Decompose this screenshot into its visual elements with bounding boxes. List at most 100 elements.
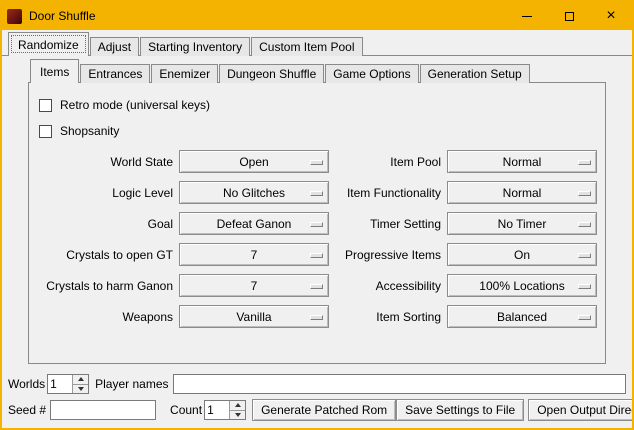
app-icon [7,9,22,24]
goal-dropdown[interactable]: Defeat Ganon [179,212,329,235]
tab-generation-setup[interactable]: Generation Setup [420,64,530,83]
crystals-open-gt-dropdown[interactable]: 7 [179,243,329,266]
dropdown-value: Vanilla [236,310,271,324]
tab-enemizer[interactable]: Enemizer [151,64,218,83]
crystals-harm-ganon-dropdown[interactable]: 7 [179,274,329,297]
randomize-tab-bar: Items Entrances Enemizer Dungeon Shuffle… [28,59,606,83]
maximize-icon [565,12,574,21]
open-output-directory-button[interactable]: Open Output Directory [528,399,634,421]
dropdown-value: 100% Locations [479,279,564,293]
count-stepper-arrows [229,401,245,419]
dropdown-value: No Timer [498,217,547,231]
tab-custom-item-pool[interactable]: Custom Item Pool [251,37,362,56]
item-pool-dropdown[interactable]: Normal [447,150,597,173]
dropdown-indicator-icon [310,253,323,258]
world-state-dropdown[interactable]: Open [179,150,329,173]
door-shuffle-window: Door Shuffle × Randomize Adjust Starting… [0,0,634,430]
dropdown-value: Open [239,155,268,169]
items-panel: Retro mode (universal keys) Shopsanity W… [28,83,606,364]
dropdown-indicator-icon [578,315,591,320]
dropdown-indicator-icon [310,222,323,227]
item-pool-label: Item Pool [390,155,441,169]
worlds-row: Worlds Player names [8,373,626,395]
count-label: Count [170,403,202,417]
seed-row: Seed # Count Generate Patched Rom Save S… [8,399,626,421]
count-stepper[interactable] [204,400,246,420]
dropdown-value: Normal [503,186,542,200]
accessibility-dropdown[interactable]: 100% Locations [447,274,597,297]
up-arrow-icon [235,403,241,407]
weapons-dropdown[interactable]: Vanilla [179,305,329,328]
dropdown-indicator-icon [310,284,323,289]
worlds-stepper[interactable] [47,374,89,394]
item-functionality-dropdown[interactable]: Normal [447,181,597,204]
item-sorting-label: Item Sorting [376,310,441,324]
dropdown-indicator-icon [310,191,323,196]
logic-level-label: Logic Level [112,186,173,200]
dropdown-indicator-icon [578,191,591,196]
progressive-items-dropdown[interactable]: On [447,243,597,266]
goal-label: Goal [148,217,173,231]
dropdown-indicator-icon [578,160,591,165]
timer-setting-label: Timer Setting [370,217,441,231]
worlds-label: Worlds [8,377,45,391]
tab-game-options[interactable]: Game Options [325,64,418,83]
up-arrow-icon [78,377,84,381]
main-tab-bar: Randomize Adjust Starting Inventory Cust… [2,32,632,56]
tab-items[interactable]: Items [30,59,79,83]
worlds-up-arrow[interactable] [73,375,88,385]
world-state-label: World State [111,155,173,169]
count-down-arrow[interactable] [230,411,245,420]
dropdown-value: Balanced [497,310,547,324]
titlebar: Door Shuffle × [2,2,632,30]
seed-input[interactable] [50,400,156,420]
dropdown-indicator-icon [578,253,591,258]
timer-setting-dropdown[interactable]: No Timer [447,212,597,235]
dropdown-indicator-icon [310,315,323,320]
dropdown-value: No Glitches [223,186,285,200]
close-icon: × [606,8,615,24]
tab-entrances[interactable]: Entrances [80,64,150,83]
generate-patched-rom-button[interactable]: Generate Patched Rom [252,399,396,421]
progressive-items-label: Progressive Items [345,248,441,262]
dropdown-indicator-icon [578,284,591,289]
window-title: Door Shuffle [29,9,96,23]
dropdown-value: Normal [503,155,542,169]
count-input[interactable] [205,401,229,419]
settings-grid: World State Open Item Pool Normal Logic … [37,146,597,332]
item-sorting-dropdown[interactable]: Balanced [447,305,597,328]
tab-randomize[interactable]: Randomize [8,32,89,56]
down-arrow-icon [235,413,241,417]
close-button[interactable]: × [590,2,632,30]
window-controls: × [506,2,632,30]
dropdown-value: 7 [251,279,258,293]
tab-starting-inventory[interactable]: Starting Inventory [140,37,250,56]
dropdown-indicator-icon [578,222,591,227]
seed-label: Seed # [8,403,46,417]
accessibility-label: Accessibility [376,279,441,293]
dropdown-value: 7 [251,248,258,262]
weapons-label: Weapons [123,310,173,324]
worlds-stepper-arrows [72,375,88,393]
count-up-arrow[interactable] [230,401,245,411]
checkbox-icon [39,99,52,112]
logic-level-dropdown[interactable]: No Glitches [179,181,329,204]
worlds-input[interactable] [48,375,72,393]
crystals-open-gt-label: Crystals to open GT [66,248,173,262]
minimize-button[interactable] [506,2,548,30]
tab-dungeon-shuffle[interactable]: Dungeon Shuffle [219,64,324,83]
maximize-button[interactable] [548,2,590,30]
dropdown-value: On [514,248,530,262]
tab-adjust[interactable]: Adjust [90,37,139,56]
down-arrow-icon [78,387,84,391]
retro-mode-checkbox[interactable]: Retro mode (universal keys) [39,94,597,116]
retro-mode-label: Retro mode (universal keys) [60,98,210,112]
worlds-down-arrow[interactable] [73,385,88,394]
save-settings-button[interactable]: Save Settings to File [396,399,524,421]
shopsanity-label: Shopsanity [60,124,119,138]
player-names-label: Player names [95,377,168,391]
minimize-icon [522,16,532,17]
checkbox-icon [39,125,52,138]
player-names-input[interactable] [173,374,627,394]
shopsanity-checkbox[interactable]: Shopsanity [39,120,597,142]
